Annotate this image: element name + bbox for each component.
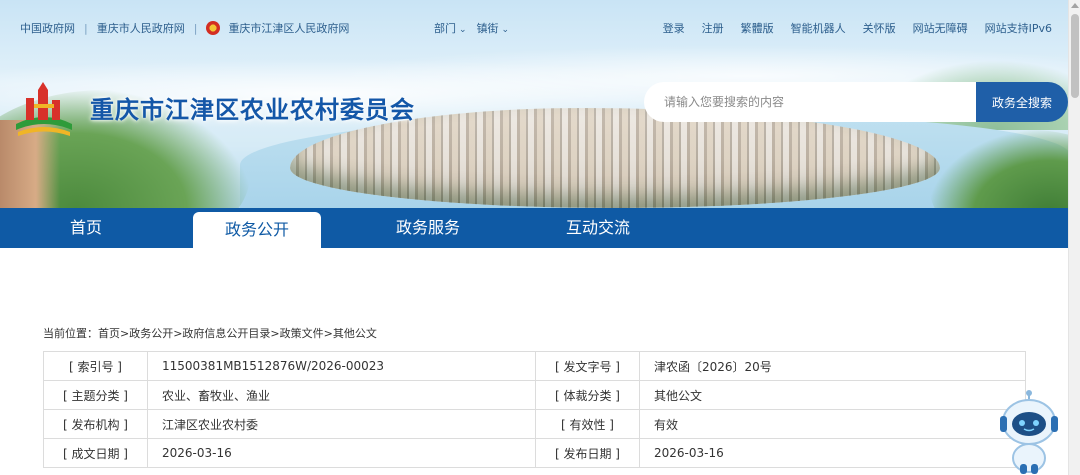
national-emblem-icon (206, 21, 221, 35)
search-input[interactable] (644, 82, 976, 122)
doc-no-label: [ 发文字号 ] (535, 351, 640, 381)
vertical-scrollbar[interactable] (1068, 0, 1080, 475)
nav-interaction[interactable]: 互动交流 (528, 208, 668, 248)
table-row: [ 索引号 ] 11500381MB1512876W/2026-00023 [ … (43, 351, 1026, 381)
divider: | (193, 21, 198, 35)
scroll-thumb[interactable] (1071, 14, 1079, 98)
search-bar: 政务全搜索 (644, 82, 1068, 122)
scroll-up-arrow-icon[interactable] (1071, 3, 1079, 8)
issuer-value: 江津区农业农村委 (147, 409, 536, 439)
validity-label: [ 有效性 ] (535, 409, 640, 439)
topic-value: 农业、畜牧业、渔业 (147, 380, 536, 410)
document-info-table: [ 索引号 ] 11500381MB1512876W/2026-00023 [ … (43, 351, 1026, 468)
genre-value: 其他公文 (639, 380, 1026, 410)
elderly-care-mode-link[interactable]: 关怀版 (863, 20, 896, 36)
divider: | (84, 21, 88, 35)
departments-label: 部门 (434, 22, 456, 35)
main-nav: 首页 政务公开 政务服务 互动交流 (0, 208, 1068, 248)
smart-robot-link[interactable]: 智能机器人 (791, 20, 846, 36)
table-row: [ 主题分类 ] 农业、畜牧业、渔业 [ 体裁分类 ] 其他公文 (43, 380, 1026, 410)
nav-home[interactable]: 首页 (0, 208, 172, 248)
nav-gov-affairs-open[interactable]: 政务公开 (193, 212, 321, 248)
accessibility-link[interactable]: 网站无障碍 (913, 20, 968, 36)
login-link[interactable]: 登录 (663, 20, 685, 36)
genre-label: [ 体裁分类 ] (535, 380, 640, 410)
doc-no-value: 津农函〔2026〕20号 (639, 351, 1026, 381)
chevron-down-icon: ⌄ (501, 25, 510, 35)
created-date-label: [ 成文日期 ] (43, 438, 148, 468)
traditional-chinese-link[interactable]: 繁體版 (741, 20, 774, 36)
site-title[interactable]: 重庆市江津区农业农村委员会 (90, 90, 415, 125)
departments-dropdown[interactable]: 部门 ⌄ (434, 20, 467, 36)
breadcrumb: 当前位置：首页>政务公开>政府信息公开目录>政策文件>其他公文 (43, 325, 377, 341)
site-logo-icon (16, 82, 72, 136)
breadcrumb-prefix: 当前位置： (43, 327, 98, 340)
link-gov-chongqing[interactable]: 重庆市人民政府网 (97, 20, 185, 36)
validity-value: 有效 (639, 409, 1026, 439)
table-row: [ 发布机构 ] 江津区农业农村委 [ 有效性 ] 有效 (43, 409, 1026, 439)
dept-menu: 部门 ⌄ 镇街 ⌄ (434, 20, 509, 36)
link-gov-jiangjin[interactable]: 重庆市江津区人民政府网 (228, 20, 349, 36)
link-gov-china[interactable]: 中国政府网 (20, 20, 75, 36)
index-no-value: 11500381MB1512876W/2026-00023 (147, 351, 536, 381)
search-button[interactable]: 政务全搜索 (976, 82, 1068, 122)
towns-dropdown[interactable]: 镇街 ⌄ (477, 20, 510, 36)
register-link[interactable]: 注册 (702, 20, 724, 36)
chevron-down-icon: ⌄ (459, 25, 467, 35)
created-date-value: 2026-03-16 (147, 438, 536, 468)
ipv6-support-link[interactable]: 网站支持IPv6 (985, 20, 1052, 36)
nav-gov-services[interactable]: 政务服务 (358, 208, 498, 248)
index-no-label: [ 索引号 ] (43, 351, 148, 381)
published-date-value: 2026-03-16 (639, 438, 1026, 468)
top-links: 中国政府网 | 重庆市人民政府网 | 重庆市江津区人民政府网 (20, 20, 349, 36)
assistant-robot-icon[interactable] (996, 388, 1062, 475)
breadcrumb-path[interactable]: 首页>政务公开>政府信息公开目录>政策文件>其他公文 (98, 327, 377, 340)
table-row: [ 成文日期 ] 2026-03-16 [ 发布日期 ] 2026-03-16 (43, 438, 1026, 468)
towns-label: 镇街 (476, 22, 499, 35)
utility-links: 登录 注册 繁體版 智能机器人 关怀版 网站无障碍 网站支持IPv6 (663, 20, 1052, 36)
published-date-label: [ 发布日期 ] (535, 438, 640, 468)
issuer-label: [ 发布机构 ] (43, 409, 148, 439)
topic-label: [ 主题分类 ] (43, 380, 148, 410)
header-banner: 中国政府网 | 重庆市人民政府网 | 重庆市江津区人民政府网 部门 ⌄ 镇街 ⌄ 登… (0, 0, 1068, 208)
